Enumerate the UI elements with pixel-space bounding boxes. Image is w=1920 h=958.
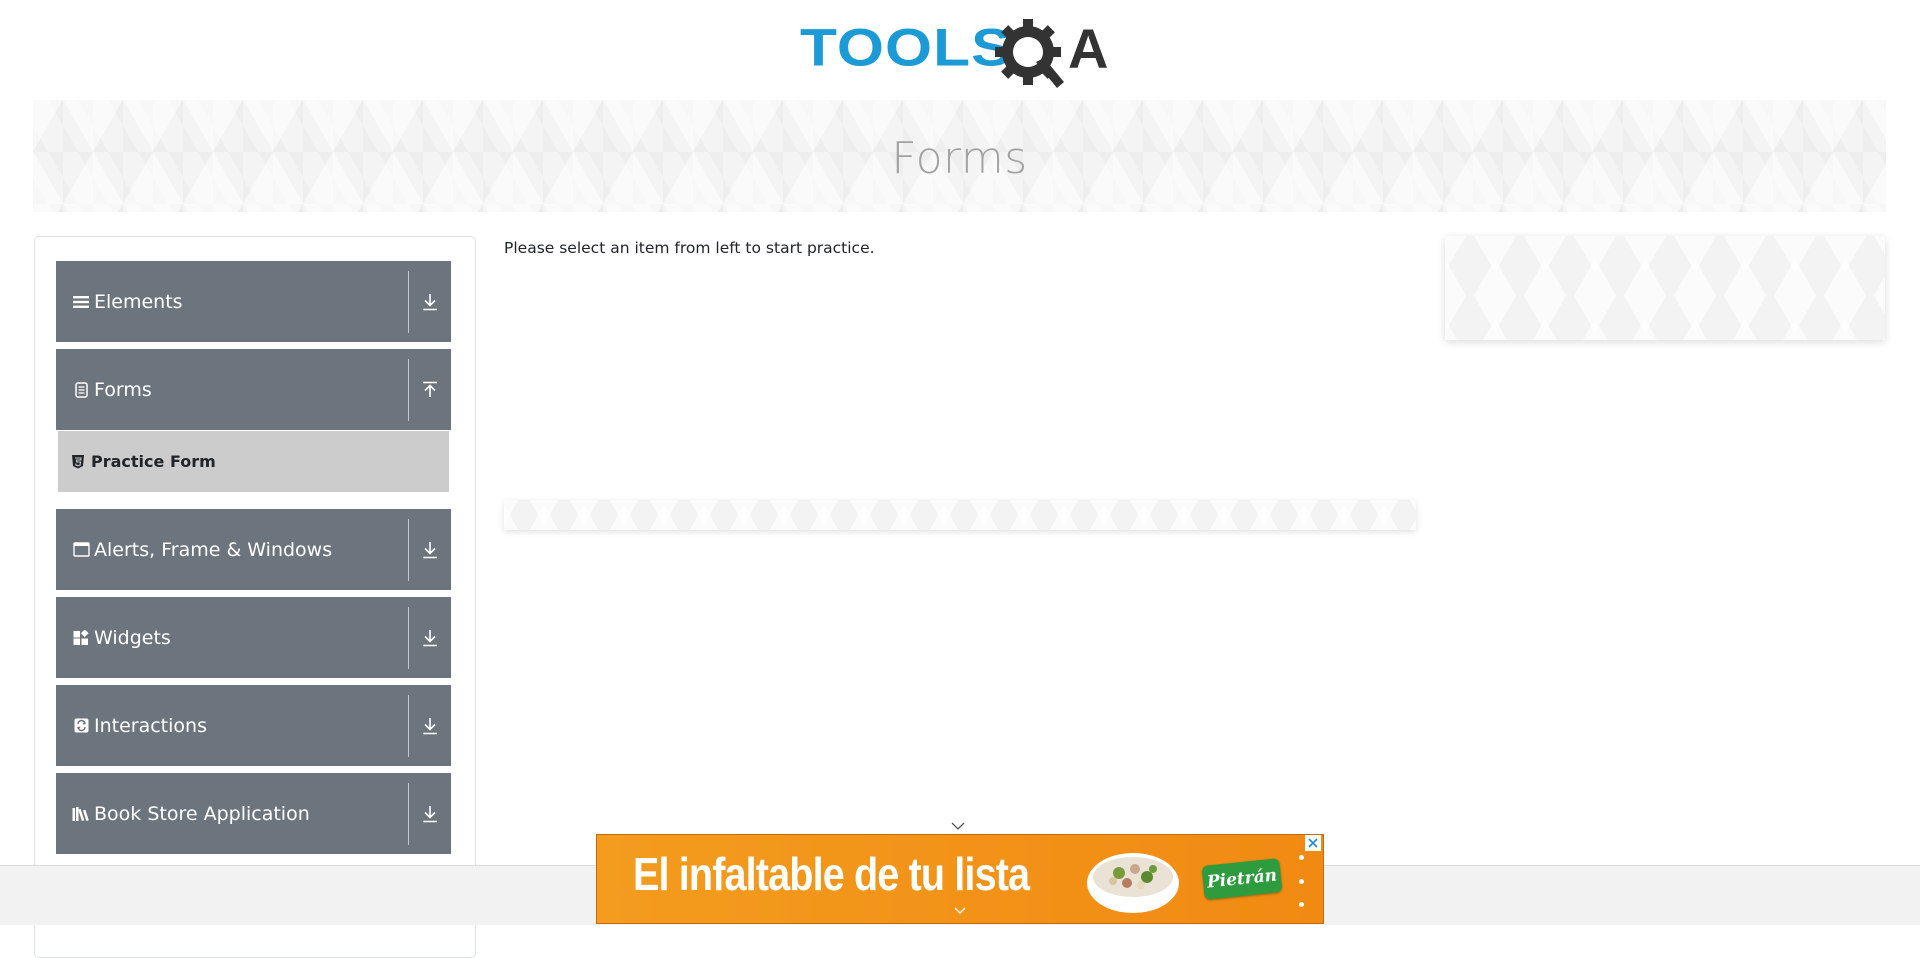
- sidebar-group-label: Interactions: [94, 714, 207, 737]
- page-banner: Forms: [33, 100, 1886, 212]
- sidebar-group-elements[interactable]: Elements: [56, 261, 451, 342]
- sidebar-group-forms[interactable]: Forms: [56, 349, 451, 430]
- download-arrow-icon[interactable]: [417, 801, 443, 827]
- sidebar-group-alerts-frame-windows[interactable]: Alerts, Frame & Windows: [56, 509, 451, 590]
- ad-placeholder-banner[interactable]: [504, 500, 1416, 530]
- html5-icon: [72, 454, 86, 470]
- divider: [408, 519, 409, 581]
- sidebar-group-interactions[interactable]: Interactions: [56, 685, 451, 766]
- divider: [408, 359, 409, 421]
- sidebar: Elements Forms Practice Form Alerts, Fra…: [34, 236, 476, 958]
- sidebar-group-widgets[interactable]: Widgets: [56, 597, 451, 678]
- page-title: Forms: [891, 132, 1028, 184]
- divider: [408, 783, 409, 845]
- sidebar-item-practice-form[interactable]: Practice Form: [58, 431, 449, 492]
- widgets-icon: [72, 629, 90, 647]
- sidebar-group-label: Elements: [94, 290, 183, 313]
- download-arrow-icon[interactable]: [417, 289, 443, 315]
- salad-bowl-image[interactable]: [1085, 843, 1181, 915]
- ad-headline[interactable]: El infaltable de tu lista: [633, 847, 1030, 901]
- window-icon: [72, 541, 90, 559]
- sidebar-group-book-store-application[interactable]: Book Store Application: [56, 773, 451, 854]
- chevron-down-icon[interactable]: [953, 905, 967, 917]
- divider: [408, 271, 409, 333]
- document-icon: [72, 381, 90, 399]
- ad-brand-logo[interactable]: Pietrán: [1201, 858, 1283, 900]
- instruction-text: Please select an item from left to start…: [504, 239, 875, 257]
- logo-text-tools: TOOLS: [800, 18, 1013, 78]
- interactions-icon: [72, 717, 90, 735]
- more-options-icon[interactable]: [1297, 855, 1305, 907]
- sidebar-group-label: Widgets: [94, 626, 171, 649]
- sidebar-group-label: Forms: [94, 378, 152, 401]
- sidebar-item-label: Practice Form: [91, 452, 216, 471]
- list-icon: [72, 293, 90, 311]
- books-icon: [72, 805, 90, 823]
- chevron-down-icon[interactable]: [950, 820, 966, 832]
- ad-placeholder-sidebar[interactable]: [1445, 236, 1885, 340]
- sidebar-group-label: Alerts, Frame & Windows: [94, 538, 333, 561]
- download-arrow-icon[interactable]: [417, 713, 443, 739]
- divider: [408, 695, 409, 757]
- download-arrow-icon[interactable]: [417, 625, 443, 651]
- divider: [408, 607, 409, 669]
- download-arrow-icon[interactable]: [417, 537, 443, 563]
- sidebar-group-label: Book Store Application: [94, 802, 310, 825]
- close-icon[interactable]: [1305, 835, 1321, 851]
- logo-text-a: A: [1068, 17, 1108, 80]
- gear-icon: [995, 19, 1064, 88]
- advertisement[interactable]: El infaltable de tu lista Pietrán: [596, 834, 1324, 924]
- toolsqa-logo[interactable]: TOOLS A: [800, 16, 1125, 90]
- upload-arrow-icon[interactable]: [417, 377, 443, 403]
